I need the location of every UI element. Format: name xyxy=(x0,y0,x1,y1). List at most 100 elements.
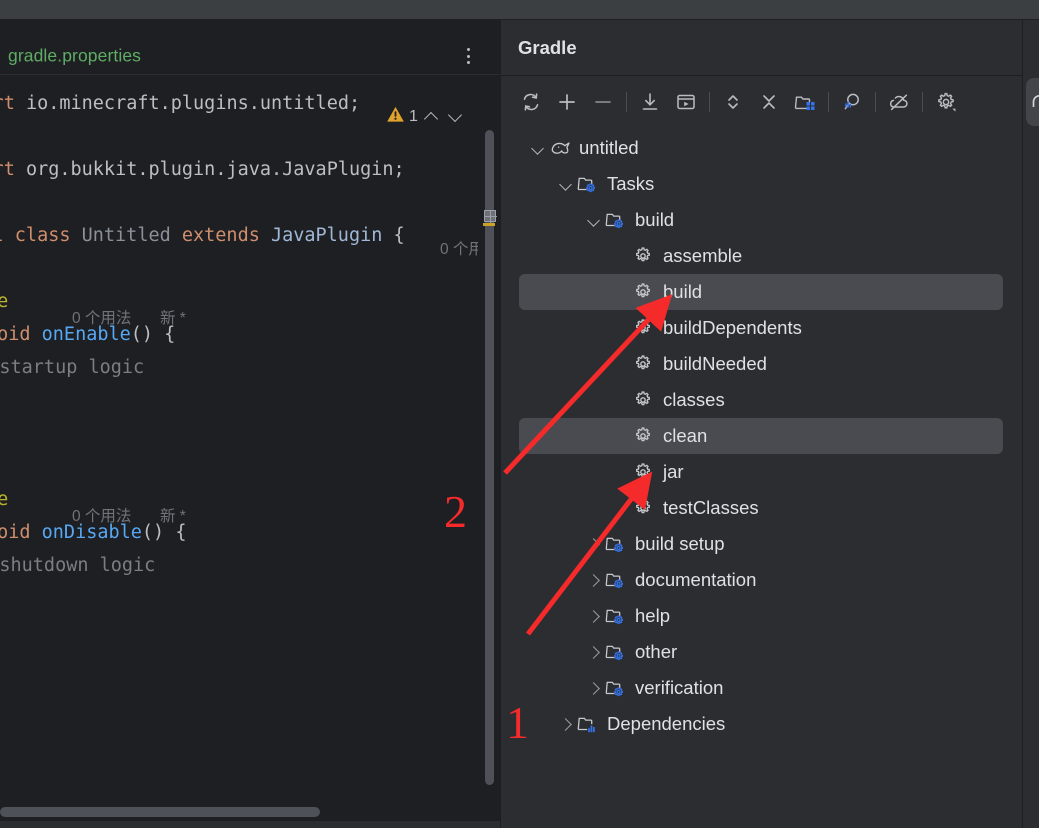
inlay-hint[interactable]: 新 * xyxy=(160,302,186,335)
inlay-hint[interactable]: 0 个用法 xyxy=(72,302,131,335)
tree-item-documentation[interactable]: documentation xyxy=(519,562,1003,598)
toolbar-separator xyxy=(922,92,923,112)
gear-task-icon xyxy=(633,425,659,447)
download-sources-icon[interactable] xyxy=(632,84,668,120)
toggle-offline-mode-icon[interactable] xyxy=(881,84,917,120)
inlay-hint[interactable]: 0 个用法 xyxy=(72,500,131,533)
code-token: final xyxy=(0,225,15,246)
collapse-all-icon[interactable] xyxy=(751,84,787,120)
detach-gradle-project-icon[interactable] xyxy=(585,84,621,120)
tree-item-label: documentation xyxy=(635,569,756,591)
editor-status-strip xyxy=(0,820,500,828)
chevron-down-icon[interactable] xyxy=(555,173,577,195)
folder-task-icon xyxy=(605,677,631,699)
code-token: @Override xyxy=(0,489,8,510)
editor-tab-gradle-properties[interactable]: gradle.properties xyxy=(8,46,141,67)
tree-item-label: Tasks xyxy=(607,173,654,195)
more-vertical-icon[interactable] xyxy=(460,45,478,67)
expand-all-icon[interactable] xyxy=(715,84,751,120)
tree-item-label: build xyxy=(663,281,702,303)
gradle-header: Gradle xyxy=(501,20,1022,76)
code-token: // Plugin startup logic xyxy=(0,357,144,378)
tree-item-untitled[interactable]: untitled xyxy=(519,130,1003,166)
code-line: @Override xyxy=(0,483,8,516)
toolbar-separator xyxy=(828,92,829,112)
tree-item-label: build setup xyxy=(635,533,724,555)
tree-item-jar[interactable]: jar xyxy=(519,454,1003,490)
tree-arrow-spacer xyxy=(611,497,633,519)
tree-item-classes[interactable]: classes xyxy=(519,382,1003,418)
code-line: import org.bukkit.plugin.java.JavaPlugin… xyxy=(0,153,405,186)
tree-arrow-spacer xyxy=(611,389,633,411)
tree-item-testclasses[interactable]: testClasses xyxy=(519,490,1003,526)
chevron-right-icon[interactable] xyxy=(583,641,605,663)
code-token: io.minecraft.plugins.untitled; xyxy=(26,93,360,114)
horizontal-scrollbar-thumb[interactable] xyxy=(0,807,320,817)
tree-item-buildneeded[interactable]: buildNeeded xyxy=(519,346,1003,382)
inlay-hint[interactable]: 0 个用法 xyxy=(440,233,478,266)
inspection-widget: 1 xyxy=(380,100,492,134)
tree-item-other[interactable]: other xyxy=(519,634,1003,670)
code-line: // Plugin shutdown logic xyxy=(0,549,155,582)
right-edge-strip xyxy=(1022,20,1039,828)
gradle-task-tree[interactable]: untitled Tasks build assemble build buildDepe… xyxy=(501,130,1022,828)
inspection-count: 1 xyxy=(409,108,418,126)
code-token: // Plugin shutdown logic xyxy=(0,555,155,576)
tree-item-label: build xyxy=(635,209,674,231)
run-task-icon[interactable] xyxy=(668,84,704,120)
tree-item-tasks[interactable]: Tasks xyxy=(519,166,1003,202)
annotation-number-1: 1 xyxy=(506,700,529,746)
folder-task-icon xyxy=(605,209,631,231)
chevron-up-icon[interactable] xyxy=(422,107,442,127)
tree-item-build-setup[interactable]: build setup xyxy=(519,526,1003,562)
chevron-down-icon[interactable] xyxy=(527,137,549,159)
code-token: org.bukkit.plugin.java.JavaPlugin; xyxy=(26,159,405,180)
annotation-number-2: 2 xyxy=(444,489,467,535)
code-editor-surface[interactable]: import io.minecraft.plugins.untitled;imp… xyxy=(0,75,478,795)
gear-task-icon xyxy=(633,353,659,375)
floating-action-button[interactable] xyxy=(1026,78,1039,126)
tree-item-verification[interactable]: verification xyxy=(519,670,1003,706)
execute-task-icon[interactable] xyxy=(834,84,870,120)
reload-all-gradle-projects-icon[interactable] xyxy=(513,84,549,120)
editor-column: gradle.properties import io.minecraft.pl… xyxy=(0,20,500,828)
plus-icon xyxy=(555,90,579,114)
chevron-right-icon[interactable] xyxy=(555,713,577,735)
gear-task-icon xyxy=(633,461,659,483)
chevron-right-icon[interactable] xyxy=(583,533,605,555)
chevron-right-icon[interactable] xyxy=(583,605,605,627)
tree-item-label: assemble xyxy=(663,245,742,267)
tree-item-assemble[interactable]: assemble xyxy=(519,238,1003,274)
folder-task-icon xyxy=(577,173,603,195)
gradle-settings-icon[interactable] xyxy=(928,84,964,120)
tree-item-label: testClasses xyxy=(663,497,759,519)
chevron-down-icon[interactable] xyxy=(446,107,466,127)
tree-item-builddependents[interactable]: buildDependents xyxy=(519,310,1003,346)
chevron-down-icon[interactable] xyxy=(583,209,605,231)
tree-item-help[interactable]: help xyxy=(519,598,1003,634)
tree-item-build[interactable]: build xyxy=(519,202,1003,238)
code-token: public void xyxy=(0,522,42,543)
chevron-right-icon[interactable] xyxy=(583,677,605,699)
chevron-right-icon[interactable] xyxy=(583,569,605,591)
code-line: // Plugin startup logic xyxy=(0,351,144,384)
download-icon xyxy=(638,90,662,114)
gear-task-icon xyxy=(633,245,659,267)
tree-item-dependencies[interactable]: Dependencies xyxy=(519,706,1003,742)
run-terminal-icon xyxy=(674,90,698,114)
show-tasks-grouped-icon[interactable] xyxy=(787,84,823,120)
tree-item-build[interactable]: build xyxy=(519,274,1003,310)
code-line: public final class Untitled extends Java… xyxy=(0,219,405,252)
scrollbar-warning-marker[interactable] xyxy=(483,223,495,226)
tree-arrow-spacer xyxy=(611,317,633,339)
cloud-off-icon xyxy=(887,90,911,114)
vertical-scrollbar-thumb[interactable] xyxy=(485,130,494,785)
folder-task-icon xyxy=(605,533,631,555)
toolbar-separator xyxy=(626,92,627,112)
gear-task-icon xyxy=(633,497,659,519)
link-gradle-project-icon[interactable] xyxy=(549,84,585,120)
inlay-hint[interactable]: 新 * xyxy=(160,500,186,533)
toolbar-separator xyxy=(709,92,710,112)
tree-item-clean[interactable]: clean xyxy=(519,418,1003,454)
tree-arrow-spacer xyxy=(611,425,633,447)
